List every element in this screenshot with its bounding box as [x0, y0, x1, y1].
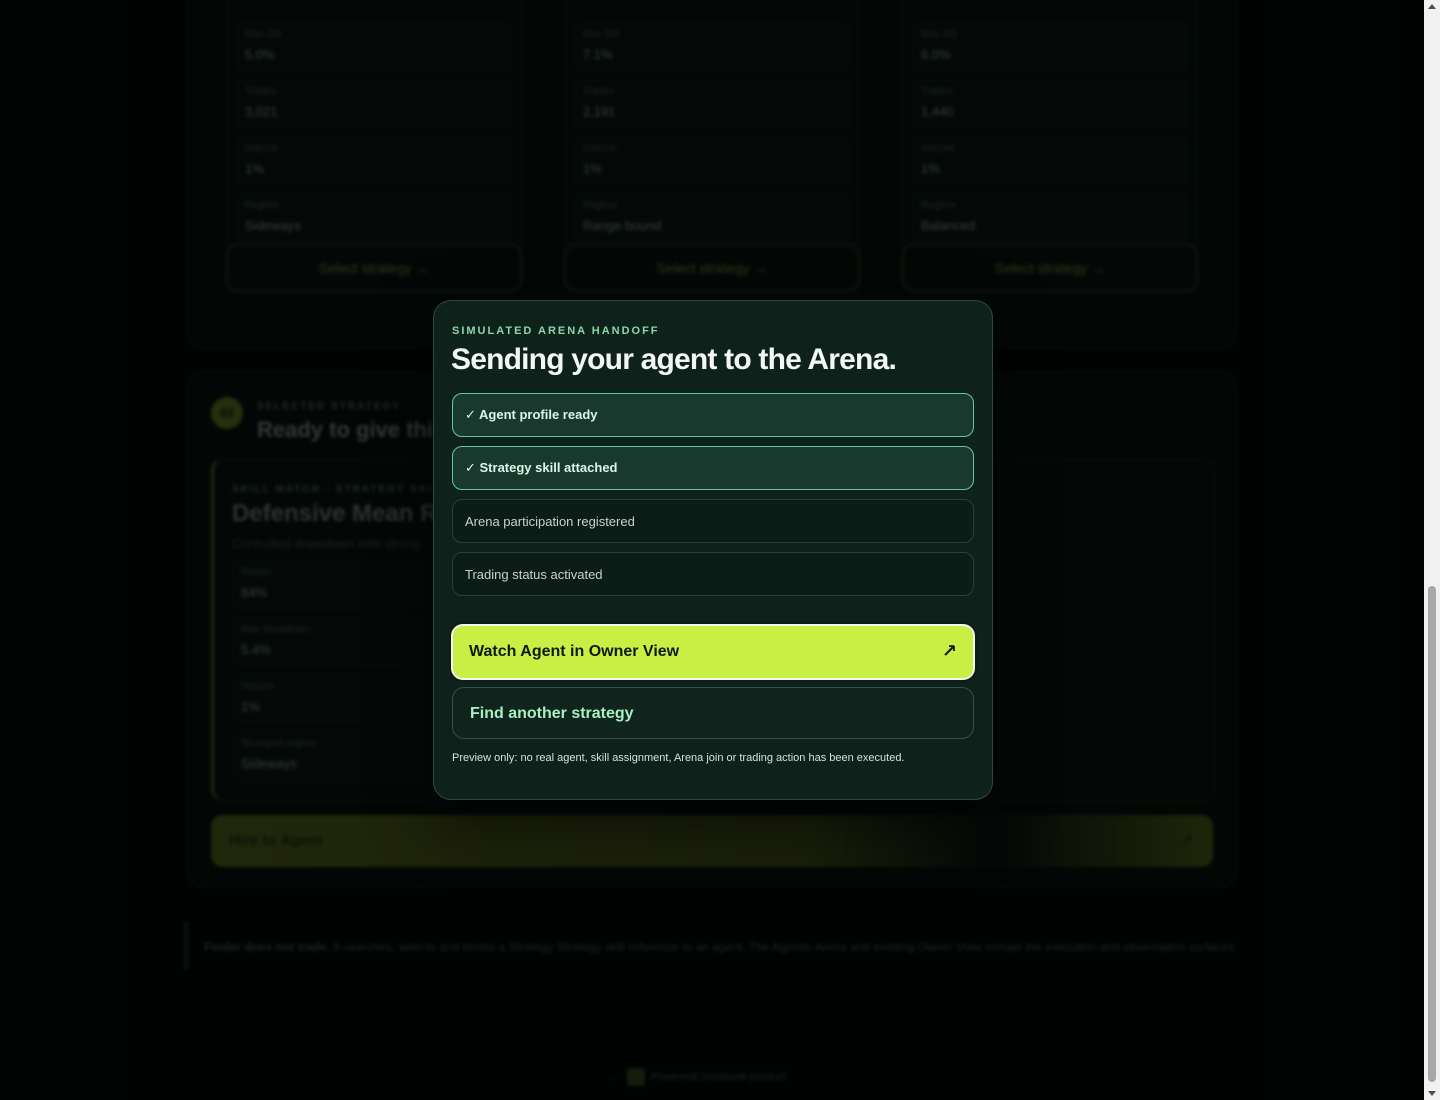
- watch-agent-button[interactable]: Watch Agent in Owner View ↗: [451, 624, 975, 680]
- step-strategy-skill: ✓ Strategy skill attached: [452, 446, 974, 490]
- scroll-down-icon[interactable]: [1428, 1091, 1436, 1096]
- preview-disclaimer: Preview only: no real agent, skill assig…: [452, 752, 905, 764]
- find-another-strategy-button[interactable]: Find another strategy: [452, 687, 974, 739]
- step-agent-profile: ✓ Agent profile ready: [452, 393, 974, 437]
- step-trading-status: Trading status activated: [452, 552, 974, 596]
- step-label: Trading status activated: [465, 566, 603, 582]
- modal-eyebrow: SIMULATED ARENA HANDOFF: [452, 325, 660, 337]
- watch-agent-label: Watch Agent in Owner View: [469, 643, 680, 660]
- step-label: ✓ Agent profile ready: [465, 407, 598, 422]
- arrow-up-right-icon: ↗: [941, 641, 957, 661]
- scroll-up-icon[interactable]: [1428, 4, 1436, 9]
- modal-title: Sending your agent to the Arena.: [451, 343, 897, 376]
- step-arena-registration: Arena participation registered: [452, 499, 974, 543]
- step-label: Arena participation registered: [465, 513, 635, 529]
- arena-handoff-modal: SIMULATED ARENA HANDOFF Sending your age…: [433, 300, 993, 800]
- scrollbar[interactable]: [1424, 0, 1440, 1100]
- scrollbar-thumb[interactable]: [1428, 586, 1436, 1082]
- step-label: ✓ Strategy skill attached: [465, 460, 618, 475]
- find-strategy-label: Find another strategy: [470, 705, 634, 722]
